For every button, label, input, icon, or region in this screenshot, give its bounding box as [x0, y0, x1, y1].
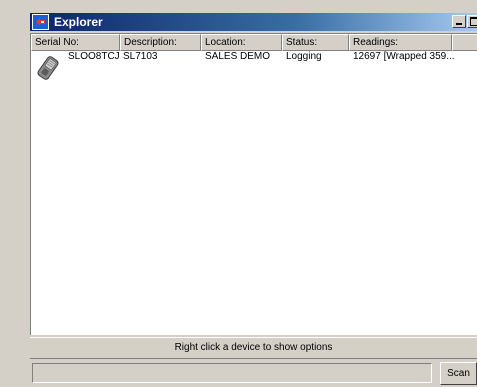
title-bar[interactable]: Explorer	[30, 13, 477, 31]
column-header-filler	[452, 34, 477, 51]
window-title: Explorer	[54, 15, 103, 29]
column-header-readings[interactable]: Readings:	[349, 34, 452, 51]
cell-serial: SLOO8TCJ	[68, 51, 120, 62]
maximize-button[interactable]	[467, 15, 477, 28]
explorer-app-icon	[32, 14, 49, 30]
scan-button[interactable]: Scan	[440, 362, 477, 385]
cell-status: Logging	[286, 51, 322, 62]
hint-bar: Right click a device to show options	[30, 337, 477, 359]
cell-description: SL7103	[123, 51, 158, 62]
minimize-button[interactable]	[452, 15, 466, 28]
explorer-window: Explorer Serial No: Description: Locatio…	[0, 0, 477, 387]
column-header-location[interactable]: Location:	[201, 34, 282, 51]
column-header-status[interactable]: Status:	[282, 34, 349, 51]
status-field	[32, 363, 432, 383]
column-header-serial[interactable]: Serial No:	[31, 34, 120, 51]
logger-device-icon	[37, 56, 59, 80]
list-header: Serial No: Description: Location: Status…	[31, 34, 477, 51]
column-header-description[interactable]: Description:	[120, 34, 201, 51]
cell-readings: 12697 [Wrapped 359...	[353, 51, 455, 62]
cell-location: SALES DEMO	[205, 51, 271, 62]
device-list[interactable]: Serial No: Description: Location: Status…	[30, 33, 477, 335]
status-bar: Scan	[30, 361, 477, 387]
